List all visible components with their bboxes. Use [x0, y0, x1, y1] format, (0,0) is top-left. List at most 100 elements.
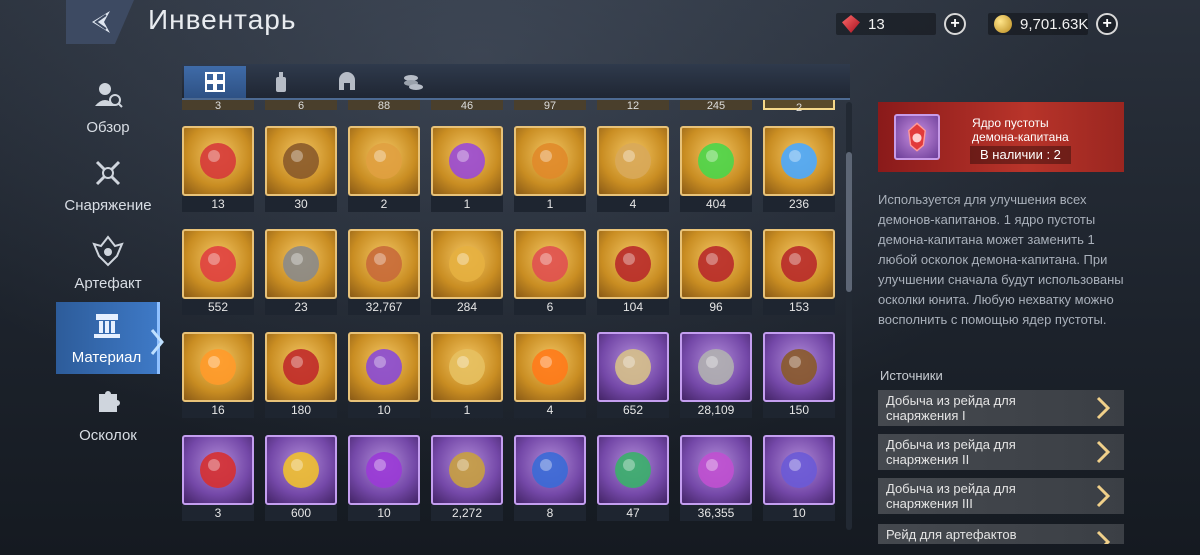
inventory-item[interactable]: 600: [265, 435, 337, 521]
sidebar-item-label: Артефакт: [74, 275, 142, 292]
item-frame: [763, 332, 835, 402]
gem-currency: 13 +: [836, 12, 966, 36]
yellow-potion-icon: [283, 452, 319, 488]
source-label: Рейд для артефактов: [886, 527, 1017, 542]
item-count: 153: [763, 299, 835, 315]
item-slot[interactable]: 245: [680, 100, 752, 112]
inventory-item[interactable]: 180: [265, 332, 337, 418]
inventory-item[interactable]: 30: [265, 126, 337, 212]
inventory-item[interactable]: 16: [182, 332, 254, 418]
scroll-thumb[interactable]: [846, 152, 852, 292]
item-frame: [680, 435, 752, 505]
red-gem-icon: [842, 15, 860, 33]
inventory-item[interactable]: 236: [763, 126, 835, 212]
red-shield-icon: [781, 246, 817, 282]
inventory-item[interactable]: 4: [597, 126, 669, 212]
chevron-right-icon: [1096, 484, 1111, 508]
item-frame: [514, 229, 586, 299]
inventory-item[interactable]: 10: [763, 435, 835, 521]
back-arrow-icon: [92, 11, 110, 33]
inventory-item[interactable]: 2,272: [431, 435, 503, 521]
item-slot[interactable]: 46: [431, 100, 503, 112]
inventory-item[interactable]: 552: [182, 229, 254, 315]
inventory-scrollbar[interactable]: [846, 102, 852, 530]
ore-pile-icon: [366, 246, 402, 282]
item-slot[interactable]: 6: [265, 100, 337, 112]
item-count: 104: [597, 299, 669, 315]
purple-swirl-icon: [366, 349, 402, 385]
red-shield-icon: [698, 246, 734, 282]
add-gold-button[interactable]: +: [1096, 13, 1118, 35]
sidebar-item-material[interactable]: Материал: [56, 302, 160, 374]
add-gems-button[interactable]: +: [944, 13, 966, 35]
inventory-item[interactable]: 284: [431, 229, 503, 315]
source-button[interactable]: Рейд для артефактов: [878, 524, 1124, 544]
item-slot[interactable]: 2: [763, 100, 835, 114]
purple-crystal-icon: [366, 452, 402, 488]
source-label: Добыча из рейда для снаряжения III: [886, 481, 1016, 511]
item-count: 32,767: [348, 299, 420, 315]
inventory-item[interactable]: 13: [182, 126, 254, 212]
inventory-item[interactable]: 652: [597, 332, 669, 418]
inventory-item[interactable]: 47: [597, 435, 669, 521]
blue-emblem-icon: [532, 452, 568, 488]
sidebar-item-label: Обзор: [86, 119, 130, 136]
helmet-icon: [339, 72, 355, 90]
inventory-item[interactable]: 23: [265, 229, 337, 315]
inventory-item[interactable]: 2: [348, 126, 420, 212]
tab-all[interactable]: [184, 66, 246, 98]
item-frame: [680, 332, 752, 402]
page-title: Инвентарь: [148, 4, 297, 35]
inventory-item[interactable]: 96: [680, 229, 752, 315]
item-count: 2,272: [431, 505, 503, 521]
inventory-item[interactable]: 10: [348, 435, 420, 521]
source-button[interactable]: Добыча из рейда для снаряжения III: [878, 478, 1124, 514]
tab-currency[interactable]: [382, 66, 444, 98]
inventory-item[interactable]: 404: [680, 126, 752, 212]
item-frame: [348, 126, 420, 196]
item-frame: [514, 435, 586, 505]
item-slot[interactable]: 97: [514, 100, 586, 112]
inventory-item[interactable]: 1: [431, 332, 503, 418]
inventory-item[interactable]: 32,767: [348, 229, 420, 315]
source-button[interactable]: Добыча из рейда для снаряжения II: [878, 434, 1124, 470]
source-button[interactable]: Добыча из рейда для снаряжения I: [878, 390, 1124, 426]
item-frame: [431, 229, 503, 299]
blue-flame-icon: [781, 143, 817, 179]
item-slot[interactable]: 88: [348, 100, 420, 112]
sidebar-item-shard[interactable]: Осколок: [56, 380, 160, 452]
inventory-item[interactable]: 104: [597, 229, 669, 315]
material-icon: [93, 314, 120, 338]
inventory-item[interactable]: 10: [348, 332, 420, 418]
red-shield-icon: [615, 246, 651, 282]
item-count: 652: [597, 402, 669, 418]
inventory-item[interactable]: 153: [763, 229, 835, 315]
chevron-right-icon: [1096, 396, 1111, 420]
crystal-cluster-icon: [615, 143, 651, 179]
item-frame: [182, 332, 254, 402]
inventory-item[interactable]: 1: [431, 126, 503, 212]
item-count: 10: [348, 402, 420, 418]
tab-consumables[interactable]: [250, 66, 312, 98]
sidebar-item-artifact[interactable]: Артефакт: [56, 228, 160, 300]
item-slot[interactable]: 12: [597, 100, 669, 112]
inventory-item[interactable]: 28,109: [680, 332, 752, 418]
artifact-icon: [92, 235, 124, 267]
inventory-item[interactable]: 4: [514, 332, 586, 418]
inventory-item[interactable]: 150: [763, 332, 835, 418]
sidebar-item-equipment[interactable]: Снаряжение: [56, 150, 160, 222]
golden-card-icon: [449, 349, 485, 385]
inventory-item[interactable]: 1: [514, 126, 586, 212]
coins-icon: [404, 75, 423, 90]
inventory-item[interactable]: 3: [182, 435, 254, 521]
item-frame: [763, 229, 835, 299]
sidebar-item-overview[interactable]: Обзор: [56, 72, 160, 144]
item-slot[interactable]: 3: [182, 100, 254, 112]
item-count: 4: [514, 402, 586, 418]
inventory-item[interactable]: 6: [514, 229, 586, 315]
inventory-item[interactable]: 36,355: [680, 435, 752, 521]
tab-equipment[interactable]: [316, 66, 378, 98]
golden-book-icon: [532, 143, 568, 179]
crossed-swords-icon: [95, 160, 121, 186]
inventory-item[interactable]: 8: [514, 435, 586, 521]
